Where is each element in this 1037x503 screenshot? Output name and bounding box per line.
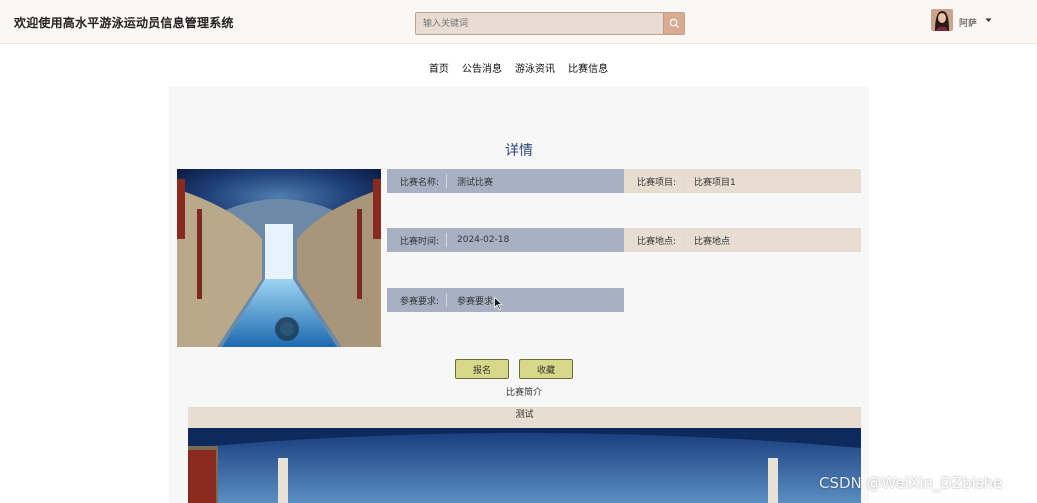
favorite-button[interactable]: 收藏 [519, 359, 573, 379]
divider [446, 293, 447, 307]
field-label: 比赛名称: [400, 177, 440, 188]
field-competition-time: 比赛时间: 2024-02-18 [387, 228, 624, 252]
field-value: 比赛地点 [694, 236, 731, 247]
field-competition-project: 比赛项目: 比赛项目1 [624, 169, 861, 193]
divider [683, 174, 684, 188]
field-requirement: 参赛要求: 参赛要求 [387, 288, 624, 312]
search-button[interactable] [663, 13, 684, 34]
field-value: 参赛要求 [457, 296, 494, 307]
competition-image [177, 169, 381, 347]
divider [683, 233, 684, 247]
top-bar: 欢迎使用高水平游泳运动员信息管理系统 阿萨 [0, 0, 1037, 44]
search-input[interactable] [416, 13, 664, 34]
watermark: CSDN @WeiXin_DZbishe [819, 474, 1003, 492]
field-label: 比赛项目: [637, 177, 677, 188]
page-title: 详情 [505, 143, 533, 159]
field-label: 比赛时间: [400, 236, 440, 247]
intro-text: 测试 [188, 407, 861, 428]
field-label: 参赛要求: [400, 296, 440, 307]
field-value: 2024-02-18 [457, 235, 510, 245]
field-label: 比赛地点: [637, 236, 677, 247]
intro-image [188, 428, 861, 503]
site-title: 欢迎使用高水平游泳运动员信息管理系统 [14, 16, 234, 30]
nav-item-competitions[interactable]: 比赛信息 [568, 60, 608, 75]
field-competition-name: 比赛名称: 测试比赛 [387, 169, 624, 193]
nav-item-swim-news[interactable]: 游泳资讯 [515, 60, 555, 75]
field-competition-location: 比赛地点: 比赛地点 [624, 228, 861, 252]
nav-item-home[interactable]: 首页 [429, 60, 449, 75]
divider [446, 233, 447, 247]
search-icon [669, 18, 679, 29]
search-box [415, 12, 685, 35]
nav-item-announcements[interactable]: 公告消息 [462, 60, 502, 75]
user-name[interactable]: 阿萨 [959, 16, 977, 29]
chevron-down-icon[interactable] [985, 18, 992, 23]
field-value: 比赛项目1 [694, 177, 736, 188]
divider [446, 174, 447, 188]
main-nav: 首页 公告消息 游泳资讯 比赛信息 [0, 57, 1037, 76]
user-avatar[interactable] [931, 9, 953, 31]
signup-button[interactable]: 报名 [455, 359, 509, 379]
mouse-cursor-icon [494, 297, 503, 310]
intro-heading: 比赛简介 [505, 388, 542, 398]
field-value: 测试比赛 [457, 177, 494, 188]
